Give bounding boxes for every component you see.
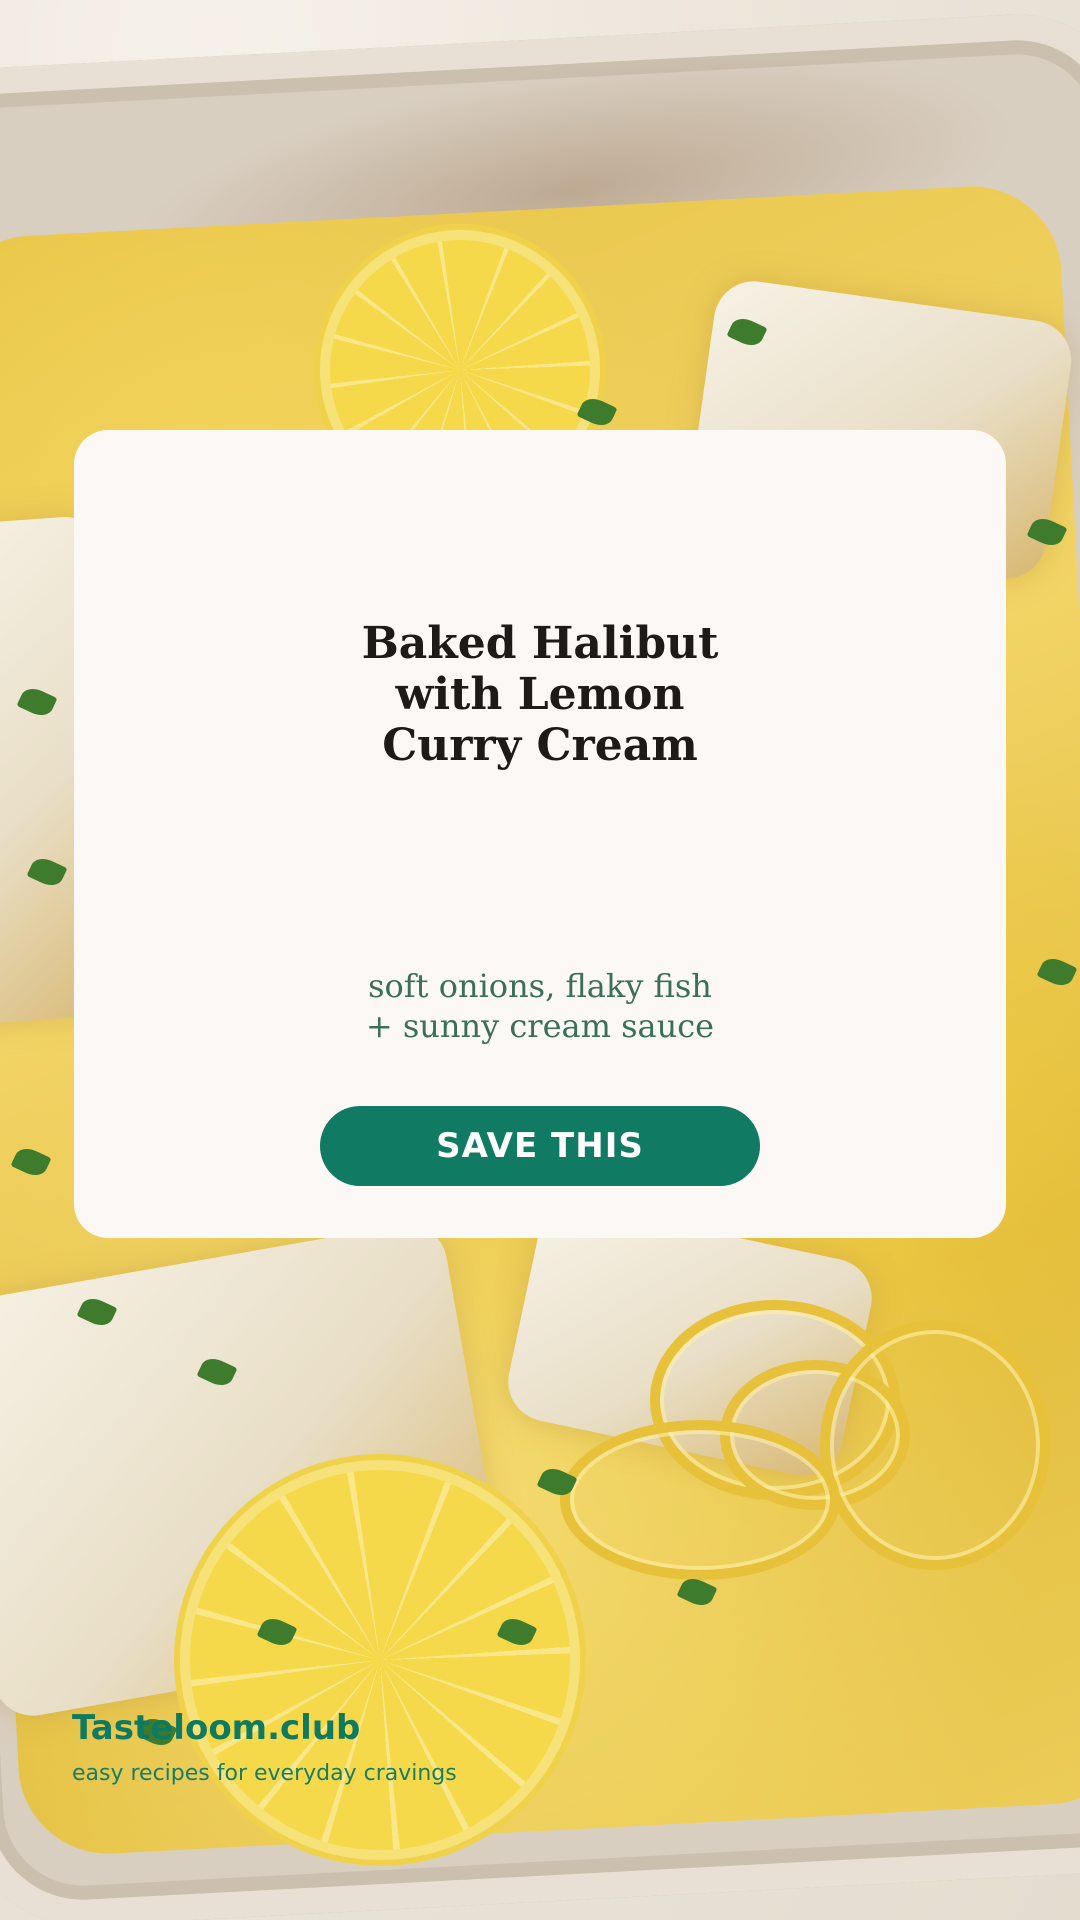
recipe-subtitle: soft onions, flaky fish + sunny cream sa… bbox=[365, 967, 715, 1045]
save-button[interactable]: SAVE THIS bbox=[320, 1106, 760, 1186]
onion-ring bbox=[560, 1420, 840, 1580]
lemon-slice bbox=[190, 1470, 570, 1850]
brand-tagline: easy recipes for everyday cravings bbox=[72, 1761, 457, 1786]
recipe-card: Baked Halibut with Lemon Curry Cream sof… bbox=[74, 430, 1006, 1238]
onion-ring bbox=[820, 1320, 1050, 1570]
recipe-title: Baked Halibut with Lemon Curry Cream bbox=[361, 618, 719, 771]
brand-name: Tasteloom.club bbox=[72, 1708, 361, 1748]
